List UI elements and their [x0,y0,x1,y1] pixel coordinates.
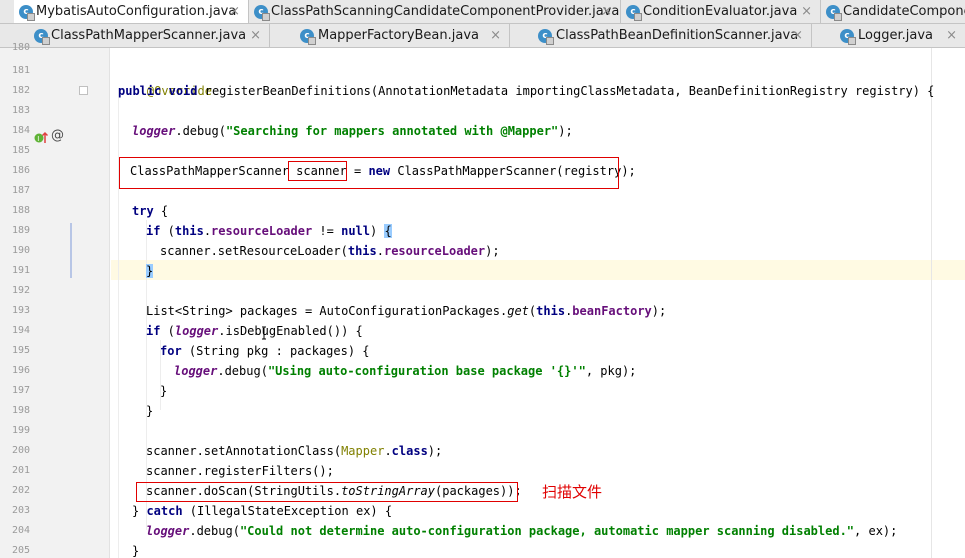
close-tab-icon[interactable]: × [601,0,612,23]
right-margin-guide [931,48,932,558]
code-line-188: try { [132,204,169,218]
highlight-box-doscan [136,482,518,502]
class-file-icon: c [19,5,35,21]
line-number: 205 [11,545,30,556]
code-line-182: public void registerBeanDefinitions(Anno… [118,84,935,98]
code-line-184: logger.debug("Searching for mappers anno… [132,124,573,138]
line-number: 198 [11,405,30,416]
code-editor[interactable]: @Override public void registerBeanDefini… [111,48,965,558]
tab-candidate-components-index-loader[interactable]: c CandidateComponentsIndexLoader.java [821,0,965,23]
line-number: 184 [11,125,30,136]
class-file-icon: c [300,29,316,45]
line-number: 204 [11,525,30,536]
code-line-195: for (String pkg : packages) { [160,344,370,358]
tab-label: Logger.java [858,28,933,43]
line-number: 188 [11,205,30,216]
code-line-196: logger.debug("Using auto-configuration b… [174,364,637,378]
line-number: 186 [11,165,30,176]
code-line-189: if (this.resourceLoader != null) { [146,224,392,238]
tab-label: ConditionEvaluator.java [643,4,798,19]
fold-toggle-icon[interactable] [79,86,88,95]
line-number: 202 [11,485,30,496]
close-tab-icon[interactable]: × [801,0,812,23]
close-tab-icon[interactable]: × [792,24,803,47]
code-line-198: } [146,404,154,418]
close-tab-icon[interactable]: × [946,24,957,47]
svg-text:I: I [37,135,39,143]
tab-condition-evaluator[interactable]: c ConditionEvaluator.java × [621,0,821,23]
matched-brace: { [384,224,392,238]
class-file-icon: c [826,5,842,21]
vcs-change-marker[interactable] [70,223,72,278]
code-line-197: } [160,384,168,398]
matched-brace: } [146,264,154,278]
line-number: 193 [11,305,30,316]
line-number: 197 [11,385,30,396]
line-number: 203 [11,505,30,516]
line-number: 201 [11,465,30,476]
tab-logger[interactable]: c Logger.java × [812,24,965,47]
editor-tab-bar-primary: c MybatisAutoConfiguration.java × c Clas… [0,0,965,24]
annotation-note: 扫描文件 [542,483,603,501]
line-number: 200 [11,445,30,456]
tab-classpath-scanning-candidate-component-provider[interactable]: c ClassPathScanningCandidateComponentPro… [249,0,621,23]
line-number: 180 [11,42,30,53]
close-tab-icon[interactable]: × [250,24,261,47]
line-number: 189 [11,225,30,236]
line-number: 185 [11,145,30,156]
code-line-204: logger.debug("Could not determine auto-c… [146,524,898,538]
code-line-191: } [146,261,154,281]
close-tab-icon[interactable]: × [490,24,501,47]
code-line-190: scanner.setResourceLoader(this.resourceL… [160,244,500,258]
tab-classpath-bean-definition-scanner[interactable]: c ClassPathBeanDefinitionScanner.java × [510,24,812,47]
editor-tab-bar-secondary: c ClassPathMapperScanner.java × c Mapper… [0,24,965,48]
tab-label: ClassPathMapperScanner.java [51,28,247,43]
class-file-icon: c [34,29,50,45]
line-number: 191 [11,265,30,276]
line-number: 190 [11,245,30,256]
tab-classpath-mapper-scanner[interactable]: c ClassPathMapperScanner.java × [29,24,270,47]
tab-label: ClassPathBeanDefinitionScanner.java [556,28,799,43]
line-number: 196 [11,365,30,376]
text-cursor-icon [262,326,266,340]
code-line-203: } catch (IllegalStateException ex) { [132,504,393,518]
implements-method-icon[interactable]: I [34,131,48,145]
class-file-icon: c [840,29,856,45]
tab-mapper-factory-bean[interactable]: c MapperFactoryBean.java × [270,24,510,47]
line-number: 199 [11,425,30,436]
close-tab-icon[interactable]: × [229,0,240,23]
override-annotation-icon[interactable]: @ [51,128,64,143]
tab-label: MybatisAutoConfiguration.java [36,4,237,19]
line-number: 195 [11,345,30,356]
code-line-181: @Override [146,84,212,98]
class-file-icon: c [626,5,642,21]
line-number: 183 [11,105,30,116]
tab-label: ClassPathScanningCandidateComponentProvi… [271,4,620,19]
tab-label: CandidateComponentsIndexLoader.java [843,4,965,19]
highlight-box-scanner-declaration [119,157,619,189]
line-number: 192 [11,285,30,296]
code-line-200: scanner.setAnnotationClass(Mapper.class)… [146,444,443,458]
tab-mybatis-auto-configuration[interactable]: c MybatisAutoConfiguration.java × [14,0,249,23]
highlight-box-scanner-variable [288,161,347,181]
tab-label: MapperFactoryBean.java [318,28,480,43]
class-file-icon: c [254,5,270,21]
caret-row-highlight [111,260,965,280]
line-number: 181 [11,65,30,76]
line-number: 194 [11,325,30,336]
line-number: 187 [11,185,30,196]
line-number: 182 [11,85,30,96]
editor-gutter[interactable]: 180 181 182 183 184 185 186 187 188 189 … [0,42,110,558]
class-file-icon: c [538,29,554,45]
code-line-205: } [132,544,140,558]
code-line-194: if (logger.isDebugEnabled()) { [146,324,363,338]
code-line-201: scanner.registerFilters(); [146,464,334,478]
code-line-193: List<String> packages = AutoConfiguratio… [146,304,667,318]
